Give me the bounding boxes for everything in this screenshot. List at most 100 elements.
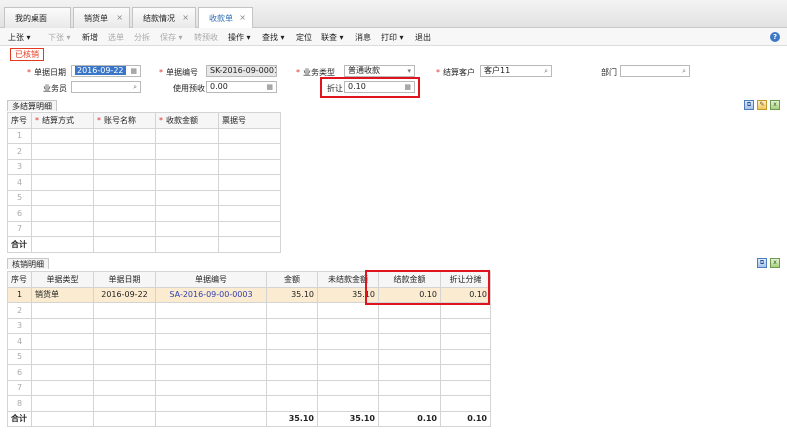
cell[interactable] (218, 189, 281, 206)
dept-label: 部门 (601, 68, 617, 77)
table-row[interactable]: 6 (7, 205, 281, 222)
help-icon[interactable]: ? (770, 32, 780, 42)
cell[interactable] (218, 158, 281, 175)
cell[interactable] (155, 205, 219, 222)
dept-field[interactable]: ⌕ (620, 65, 690, 77)
cell[interactable] (155, 158, 219, 175)
cell[interactable] (31, 158, 94, 175)
table-row[interactable]: 6 (7, 364, 491, 381)
close-icon[interactable]: × (182, 13, 189, 22)
row-number: 8 (7, 395, 32, 412)
tab-label: 收款单 (209, 14, 233, 23)
cell[interactable] (155, 143, 219, 160)
close-icon[interactable]: × (116, 13, 123, 22)
prepay-field[interactable]: 0.00 ▦ (206, 81, 277, 93)
cell[interactable] (31, 205, 94, 222)
cell[interactable] (93, 127, 156, 144)
table-row[interactable]: 5 (7, 189, 281, 206)
cell[interactable] (93, 220, 156, 237)
calendar-icon[interactable]: ▦ (130, 67, 137, 76)
customer-label: * 结算客户 (436, 68, 475, 77)
biz-type-select[interactable]: 普通收款 ▾ (344, 65, 415, 77)
cell[interactable] (93, 189, 156, 206)
copy-row-icon[interactable]: ⧉ (744, 100, 754, 110)
add-button[interactable]: 新增 (82, 32, 98, 43)
operate-menu[interactable]: 操作 ▾ (228, 32, 251, 43)
search-icon[interactable]: ⌕ (133, 83, 137, 92)
operate-label: 操作 (228, 33, 244, 42)
cell-amount: 35.10 (266, 286, 318, 303)
cell[interactable] (155, 127, 219, 144)
table-row[interactable]: 8 (7, 395, 491, 412)
save-button[interactable]: 保存 ▾ (160, 32, 183, 43)
writeoff-section-title: 核销明细 (7, 258, 49, 269)
salesman-field[interactable]: ⌕ (71, 81, 141, 93)
cell[interactable] (218, 143, 281, 160)
date-field[interactable]: 2016-09-22 ▦ (71, 65, 141, 77)
cell[interactable] (218, 205, 281, 222)
cell[interactable] (93, 174, 156, 191)
caret-down-icon: ▾ (246, 33, 251, 42)
table-row[interactable]: 7 (7, 220, 281, 237)
cell[interactable] (155, 189, 219, 206)
message-button[interactable]: 消息 (355, 32, 371, 43)
tab-sales-order[interactable]: 销货单 × (73, 7, 130, 28)
total-label: 合计 (7, 410, 32, 427)
calculator-icon[interactable]: ▦ (266, 83, 273, 92)
cell[interactable] (93, 205, 156, 222)
total-label: 合计 (7, 236, 32, 253)
table-row[interactable]: 5 (7, 348, 491, 365)
edit-row-icon[interactable]: ✎ (757, 100, 767, 110)
caret-down-icon: ▾ (26, 33, 31, 42)
tab-receipt[interactable]: 收款单 × (198, 7, 253, 29)
copy-row-icon[interactable]: ⧉ (757, 258, 767, 268)
settlement-header-row: 序号 * 结算方式 * 账号名称 * 收款金额 票据号 (7, 112, 281, 129)
customer-field[interactable]: 客户11 ⌕ (480, 65, 552, 77)
linked-query-menu[interactable]: 联查 ▾ (321, 32, 344, 43)
cell[interactable] (31, 189, 94, 206)
cell[interactable] (93, 158, 156, 175)
locate-button[interactable]: 定位 (296, 32, 312, 43)
cell[interactable] (155, 220, 219, 237)
convert-prepay-button[interactable]: 转预收 (194, 32, 218, 43)
table-row[interactable]: 3 (7, 158, 281, 175)
cell[interactable] (31, 143, 94, 160)
total-row: 合计 (7, 236, 281, 253)
cell[interactable] (218, 127, 281, 144)
next-button[interactable]: 下张 ▾ (48, 32, 71, 43)
cell[interactable] (218, 174, 281, 191)
select-order-button[interactable]: 选单 (108, 32, 124, 43)
cell-bill-type: 销货单 (31, 286, 94, 303)
split-button[interactable]: 分拆 (134, 32, 150, 43)
export-excel-icon[interactable]: x (770, 258, 780, 268)
exit-button[interactable]: 退出 (415, 32, 431, 43)
col-header: 序号 (7, 271, 32, 288)
cell[interactable] (93, 143, 156, 160)
cell[interactable] (155, 174, 219, 191)
find-menu[interactable]: 查找 ▾ (262, 32, 285, 43)
table-row[interactable]: 2 (7, 143, 281, 160)
search-icon[interactable]: ⌕ (682, 67, 686, 76)
total-amount: 35.10 (266, 410, 318, 427)
table-row[interactable]: 7 (7, 379, 491, 396)
cell-bill-no-link[interactable]: SA-2016-09-00-0003 (155, 286, 267, 303)
col-header: * 账号名称 (93, 112, 156, 129)
prev-button[interactable]: 上张 ▾ (8, 32, 31, 43)
cell[interactable] (31, 174, 94, 191)
cell[interactable] (31, 127, 94, 144)
save-label: 保存 (160, 33, 176, 42)
table-row[interactable]: 1 (7, 127, 281, 144)
tab-payment-status[interactable]: 结款情况 × (132, 7, 196, 28)
cell[interactable] (218, 220, 281, 237)
print-menu[interactable]: 打印 ▾ (381, 32, 404, 43)
table-row[interactable]: 3 (7, 317, 491, 334)
tab-my-desktop[interactable]: 我的桌面 (4, 7, 71, 28)
table-row[interactable]: 4 (7, 333, 491, 350)
cell[interactable] (31, 220, 94, 237)
close-icon[interactable]: × (239, 13, 246, 22)
linked-query-label: 联查 (321, 33, 337, 42)
table-row[interactable]: 4 (7, 174, 281, 191)
row-number: 6 (7, 364, 32, 381)
search-icon[interactable]: ⌕ (544, 67, 548, 76)
export-excel-icon[interactable]: x (770, 100, 780, 110)
